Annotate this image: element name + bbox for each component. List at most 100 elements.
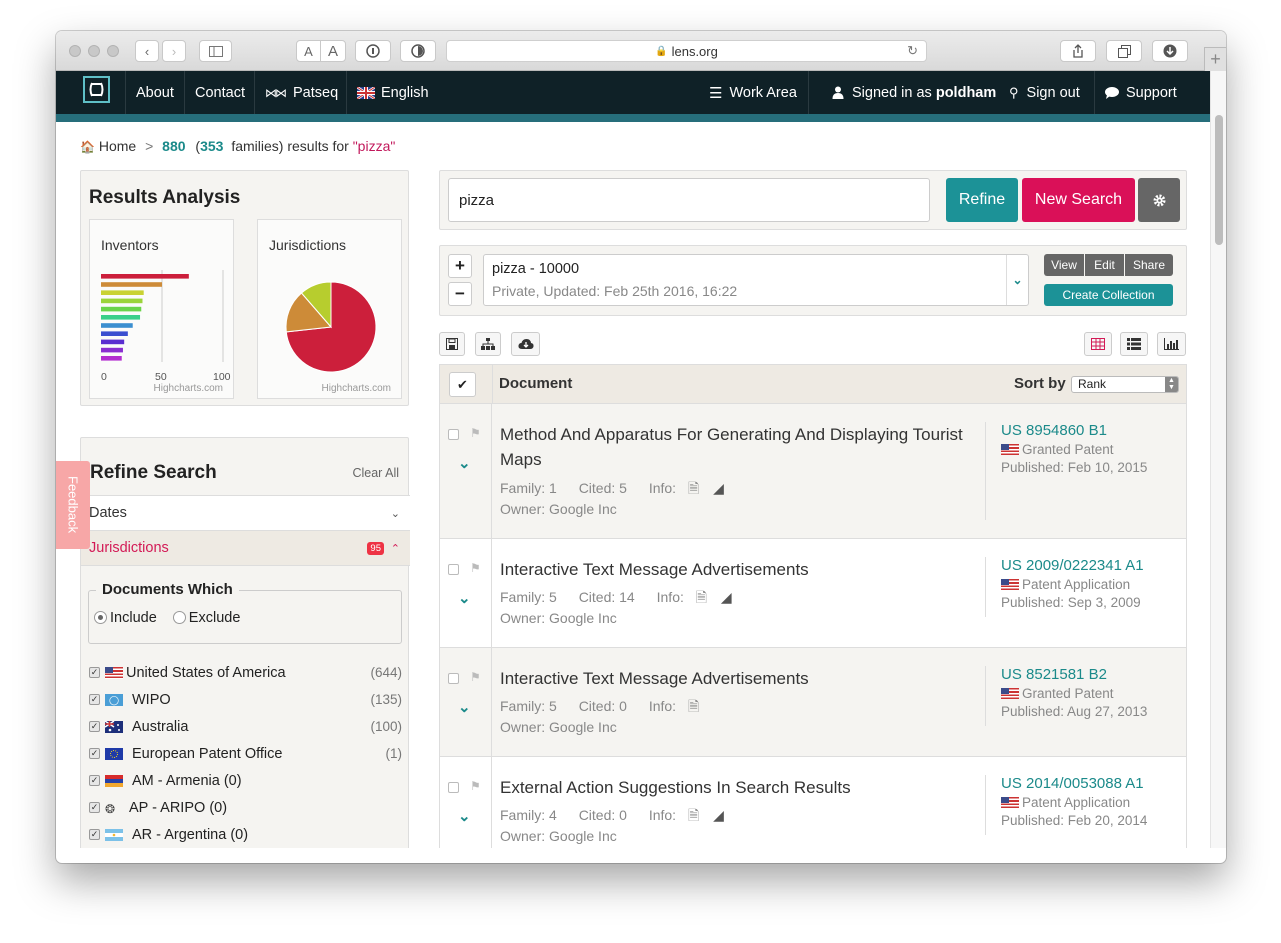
document-icon[interactable]: 🗎	[688, 698, 699, 714]
close-window-button[interactable]	[69, 45, 81, 57]
jurisdiction-item-aripo[interactable]: ✓ ❂ AP - ARIPO (0)	[89, 794, 402, 821]
checkbox-checked-icon[interactable]: ✓	[89, 721, 100, 732]
select-all-button[interactable]: ✔	[449, 372, 476, 397]
chevron-down-icon[interactable]: ⌄	[458, 698, 471, 716]
folder-icon[interactable]: ◢	[713, 480, 724, 496]
nav-contact[interactable]: Contact	[185, 71, 255, 114]
checkbox-checked-icon[interactable]: ✓	[89, 694, 100, 705]
jurisdiction-item-wipo[interactable]: ✓ ◯ WIPO (135)	[89, 686, 402, 713]
patent-number-link[interactable]: US 8521581 B2	[1001, 666, 1185, 683]
inventor-bar[interactable]	[101, 274, 189, 279]
list-view-button[interactable]	[1120, 332, 1148, 356]
save-button[interactable]	[439, 332, 465, 356]
chevron-down-icon[interactable]: ⌄	[458, 454, 471, 472]
checkbox-checked-icon[interactable]: ✓	[89, 829, 100, 840]
row-checkbox[interactable]	[448, 782, 459, 793]
include-radio[interactable]: Include	[94, 610, 157, 626]
reader-button[interactable]	[355, 40, 391, 62]
downloads-button[interactable]	[1152, 40, 1188, 62]
breadcrumb-home[interactable]: Home	[99, 138, 136, 154]
patent-number-link[interactable]: US 2014/0053088 A1	[1001, 775, 1185, 792]
document-icon[interactable]: 🗎	[696, 589, 707, 605]
document-icon[interactable]: 🗎	[688, 807, 699, 823]
result-row[interactable]: ⚑ ⌄ Method And Apparatus For Generating …	[439, 404, 1187, 539]
chevron-down-icon[interactable]: ⌄	[1006, 255, 1028, 305]
jurisdiction-item-argentina[interactable]: ✓ AR - Argentina (0)	[89, 821, 402, 848]
font-smaller-button[interactable]: A	[296, 40, 321, 62]
nav-work-area[interactable]: ☰ Work Area	[699, 71, 807, 114]
hierarchy-button[interactable]	[475, 332, 501, 356]
nav-support[interactable]: Support	[1095, 71, 1187, 114]
minimize-window-button[interactable]	[88, 45, 100, 57]
tag-icon[interactable]: ⚑	[470, 670, 481, 684]
row-checkbox[interactable]	[448, 673, 459, 684]
jurisdiction-item-armenia[interactable]: ✓ AM - Armenia (0)	[89, 767, 402, 794]
exclude-radio[interactable]: Exclude	[172, 610, 240, 626]
folder-icon[interactable]: ◢	[713, 807, 724, 823]
nav-about[interactable]: About	[126, 71, 184, 114]
checkbox-checked-icon[interactable]: ✓	[89, 667, 100, 678]
inventor-bar[interactable]	[101, 290, 144, 295]
expand-button[interactable]: +	[448, 254, 472, 278]
inventor-bar[interactable]	[101, 347, 123, 353]
chevron-down-icon[interactable]: ⌄	[458, 807, 471, 825]
grid-view-button[interactable]	[1084, 332, 1112, 356]
tag-icon[interactable]: ⚑	[470, 779, 481, 793]
zoom-window-button[interactable]	[107, 45, 119, 57]
inventors-chart[interactable]: Inventors 0 50 100 Highcharts.com	[89, 219, 234, 399]
chart-view-button[interactable]	[1157, 332, 1186, 356]
tag-icon[interactable]: ⚑	[470, 426, 481, 440]
collapse-button[interactable]: −	[448, 282, 472, 306]
sort-select[interactable]: Rank ▲ ▼	[1071, 376, 1179, 393]
share-button[interactable]: Share	[1125, 254, 1173, 276]
result-row[interactable]: ⚑ ⌄ Interactive Text Message Advertiseme…	[439, 539, 1187, 648]
inventor-bar[interactable]	[101, 298, 143, 304]
document-icon[interactable]: 🗎	[688, 480, 699, 496]
reload-icon[interactable]: ↻	[907, 43, 918, 59]
clear-all-link[interactable]: Clear All	[352, 466, 399, 480]
result-row[interactable]: ⚑ ⌄ External Action Suggestions In Searc…	[439, 757, 1187, 848]
new-search-button[interactable]: New Search	[1022, 178, 1135, 222]
collection-select[interactable]: pizza - 10000 Private, Updated: Feb 25th…	[483, 254, 1029, 306]
jurisdiction-item-us[interactable]: ✓ United States of America (644)	[89, 659, 402, 686]
jurisdiction-item-epo[interactable]: ✓ European Patent Office (1)	[89, 740, 402, 767]
search-input[interactable]: pizza	[448, 178, 930, 222]
tabs-button[interactable]	[1106, 40, 1142, 62]
folder-icon[interactable]: ◢	[721, 589, 732, 605]
scrollbar-thumb[interactable]	[1215, 115, 1223, 245]
inventor-bar[interactable]	[101, 323, 133, 328]
sidebar-toggle-button[interactable]	[199, 40, 232, 62]
patent-number-link[interactable]: US 2009/0222341 A1	[1001, 557, 1185, 574]
inventor-bar[interactable]	[101, 282, 162, 287]
patent-number-link[interactable]: US 8954860 B1	[1001, 422, 1185, 439]
chevron-down-icon[interactable]: ⌄	[458, 589, 471, 607]
inventor-bar[interactable]	[101, 356, 122, 361]
share-browser-button[interactable]	[1060, 40, 1096, 62]
inventor-bar[interactable]	[101, 315, 141, 320]
checkbox-checked-icon[interactable]: ✓	[89, 775, 100, 786]
settings-button[interactable]	[1138, 178, 1180, 222]
refine-button[interactable]: Refine	[946, 178, 1018, 222]
back-button[interactable]: ‹	[135, 40, 159, 62]
nav-patseq[interactable]: ⋈⋈ Patseq	[255, 71, 348, 114]
lens-logo[interactable]	[83, 76, 110, 103]
inventor-bar[interactable]	[101, 331, 128, 336]
view-button[interactable]: View	[1044, 254, 1084, 276]
address-bar[interactable]: 🔒 lens.org ↻	[446, 40, 927, 62]
tag-icon[interactable]: ⚑	[470, 561, 481, 575]
checkbox-checked-icon[interactable]: ✓	[89, 748, 100, 759]
inventor-bar[interactable]	[101, 306, 142, 312]
feedback-tab[interactable]: Feedback	[56, 461, 90, 549]
result-title[interactable]: Interactive Text Message Advertisements	[500, 557, 975, 582]
checkbox-checked-icon[interactable]: ✓	[89, 802, 100, 813]
cloud-download-button[interactable]	[511, 332, 540, 356]
nav-language[interactable]: English	[347, 71, 439, 114]
page-scrollbar[interactable]	[1210, 71, 1226, 848]
nav-sign-out[interactable]: ⚲ Sign out	[999, 71, 1090, 114]
jurisdictions-chart[interactable]: Jurisdictions Highcharts.com	[257, 219, 402, 399]
forward-button[interactable]: ›	[162, 40, 186, 62]
result-row[interactable]: ⚑ ⌄ Interactive Text Message Advertiseme…	[439, 648, 1187, 757]
create-collection-button[interactable]: Create Collection	[1044, 284, 1173, 306]
jurisdiction-item-australia[interactable]: ✓ Australia (100)	[89, 713, 402, 740]
nav-signed-in[interactable]: Signed in as poldham	[822, 71, 1006, 114]
